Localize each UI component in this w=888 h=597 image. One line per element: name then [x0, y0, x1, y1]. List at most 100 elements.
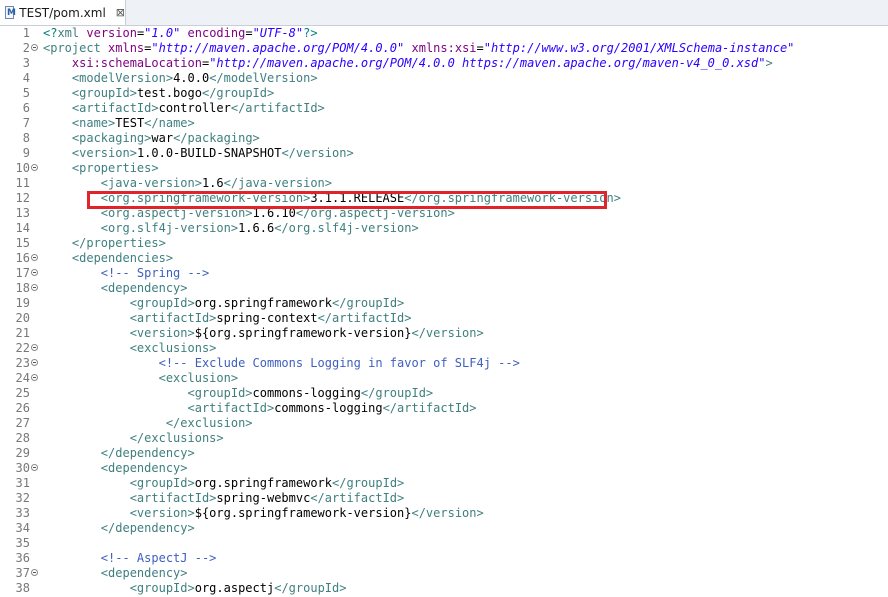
code-line[interactable]: 20 <artifactId>spring-context</artifactI…: [0, 311, 888, 326]
code-token: controller: [158, 101, 231, 115]
code-line[interactable]: 2 <project xmlns = "http://maven.apache.org…: [0, 41, 888, 56]
code-token: <org.slf4j-version>: [100, 221, 239, 235]
fold-toggle-icon[interactable]: [31, 269, 38, 276]
code-line[interactable]: 19 <groupId>org.springframework</groupId…: [0, 296, 888, 311]
code-token: </version>: [411, 506, 484, 520]
code-line[interactable]: 38 <groupId>org.aspectj</groupId>: [0, 581, 888, 596]
code-text: <!-- AspectJ -->: [43, 551, 217, 566]
code-token: <exclusion>: [158, 371, 239, 385]
code-line[interactable]: 36 <!-- AspectJ -->: [0, 551, 888, 566]
code-token: <groupId>: [129, 296, 195, 310]
line-number: 8: [22, 131, 30, 145]
fold-toggle-icon[interactable]: [31, 569, 38, 576]
code-line[interactable]: 5 <groupId>test.bogo</groupId>: [0, 86, 888, 101]
code-line[interactable]: 4 <modelVersion>4.0.0</modelVersion>: [0, 71, 888, 86]
code-line[interactable]: 25 <groupId>commons-logging</groupId>: [0, 386, 888, 401]
code-line[interactable]: 28 </exclusions>: [0, 431, 888, 446]
code-text: <modelVersion>4.0.0</modelVersion>: [43, 71, 318, 86]
line-number: 6: [22, 101, 30, 115]
code-token: <properties>: [71, 161, 159, 175]
code-token: <!-- AspectJ -->: [100, 551, 217, 565]
close-icon[interactable]: ⊠: [116, 6, 125, 19]
code-line[interactable]: 8 <packaging>war</packaging>: [0, 131, 888, 146]
code-text: <version>${org.springframework-version}<…: [43, 326, 484, 341]
fold-toggle-icon[interactable]: [31, 359, 38, 366]
line-number: 35: [15, 536, 30, 550]
code-text: <dependency>: [43, 461, 188, 476]
code-token: encoding: [180, 26, 246, 40]
code-token: <groupId>: [187, 386, 253, 400]
code-line[interactable]: 10 <properties>: [0, 161, 888, 176]
code-line[interactable]: 14 <org.slf4j-version>1.6.6</org.slf4j-v…: [0, 221, 888, 236]
code-token: spring-context: [216, 311, 318, 325]
fold-toggle-icon[interactable]: [31, 464, 38, 471]
line-number: 15: [15, 236, 30, 250]
fold-toggle-icon[interactable]: [31, 374, 38, 381]
fold-toggle-icon[interactable]: [31, 284, 38, 291]
line-number: 20: [15, 311, 30, 325]
code-text: <exclusion>: [43, 371, 238, 386]
code-line[interactable]: 9 <version>1.0.0-BUILD-SNAPSHOT</version…: [0, 146, 888, 161]
code-line[interactable]: 1 <?xml version="1.0" encoding="UTF-8"?>: [0, 26, 888, 41]
code-line[interactable]: 15 </properties>: [0, 236, 888, 251]
code-line[interactable]: 18 <dependency>: [0, 281, 888, 296]
line-number: 11: [15, 176, 30, 190]
line-number: 29: [15, 446, 30, 460]
code-token: ?>: [303, 26, 318, 40]
code-line[interactable]: 22 <exclusions>: [0, 341, 888, 356]
code-token: </artifactId>: [230, 101, 325, 115]
code-line[interactable]: 6 <artifactId>controller</artifactId>: [0, 101, 888, 116]
code-line[interactable]: 23 <!-- Exclude Commons Logging in favor…: [0, 356, 888, 371]
code-line[interactable]: 30 <dependency>: [0, 461, 888, 476]
line-number: 28: [15, 431, 30, 445]
line-number: 37: [15, 566, 30, 580]
code-line[interactable]: 35: [0, 536, 888, 551]
code-text: <groupId>org.aspectj</groupId>: [43, 581, 347, 596]
code-line[interactable]: 21 <version>${org.springframework-versio…: [0, 326, 888, 341]
xml-source-editor[interactable]: 1 <?xml version="1.0" encoding="UTF-8"?> 2…: [0, 26, 888, 597]
code-line[interactable]: 3 xsi:schemaLocation="http://maven.apach…: [0, 56, 888, 71]
highlight-box: [87, 191, 607, 209]
code-text: </dependency>: [43, 521, 195, 536]
code-text: <packaging>war</packaging>: [43, 131, 260, 146]
code-text: <?xml version="1.0" encoding="UTF-8"?>: [43, 26, 318, 41]
tab-pom-xml[interactable]: M TEST/pom.xml ⊠: [0, 0, 126, 25]
line-number: 13: [15, 206, 30, 220]
code-token: </groupId>: [332, 476, 405, 490]
code-token: <artifactId>: [129, 491, 217, 505]
fold-toggle-icon[interactable]: [31, 164, 38, 171]
code-text: </properties>: [43, 236, 166, 251]
code-token: </version>: [281, 146, 354, 160]
code-token: <?: [43, 26, 58, 40]
line-number: 24: [15, 371, 30, 385]
code-line[interactable]: 11 <java-version>1.6</java-version>: [0, 176, 888, 191]
code-token: </dependency>: [100, 446, 195, 460]
code-line[interactable]: 24 <exclusion>: [0, 371, 888, 386]
code-token: 1.0.0-BUILD-SNAPSHOT: [136, 146, 282, 160]
code-line[interactable]: 29 </dependency>: [0, 446, 888, 461]
code-text: <!-- Exclude Commons Logging in favor of…: [43, 356, 520, 371]
code-text: <version>1.0.0-BUILD-SNAPSHOT</version>: [43, 146, 354, 161]
code-text: <groupId>commons-logging</groupId>: [43, 386, 434, 401]
code-line[interactable]: 26 <artifactId>commons-logging</artifact…: [0, 401, 888, 416]
code-line[interactable]: 16 <dependencies>: [0, 251, 888, 266]
fold-toggle-icon[interactable]: [31, 344, 38, 351]
code-token: <!-- Spring -->: [100, 266, 210, 280]
code-line[interactable]: 32 <artifactId>spring-webmvc</artifactId…: [0, 491, 888, 506]
code-token: </modelVersion>: [209, 71, 318, 85]
code-line[interactable]: 27 </exclusion>: [0, 416, 888, 431]
code-line[interactable]: 31 <groupId>org.springframework</groupId…: [0, 476, 888, 491]
code-line[interactable]: 33 <version>${org.springframework-versio…: [0, 506, 888, 521]
code-line[interactable]: 17 <!-- Spring -->: [0, 266, 888, 281]
code-token: <groupId>: [129, 476, 195, 490]
fold-toggle-icon[interactable]: [31, 44, 38, 51]
code-token: </exclusion>: [165, 416, 253, 430]
code-token: <exclusions>: [129, 341, 217, 355]
code-line[interactable]: 37 <dependency>: [0, 566, 888, 581]
fold-toggle-icon[interactable]: [31, 254, 38, 261]
line-number: 4: [22, 71, 30, 85]
code-text: <project xmlns = "http://maven.apache.org/…: [43, 41, 794, 56]
code-line[interactable]: 7 <name>TEST</name>: [0, 116, 888, 131]
code-line[interactable]: 34 </dependency>: [0, 521, 888, 536]
code-text: <dependencies>: [43, 251, 173, 266]
